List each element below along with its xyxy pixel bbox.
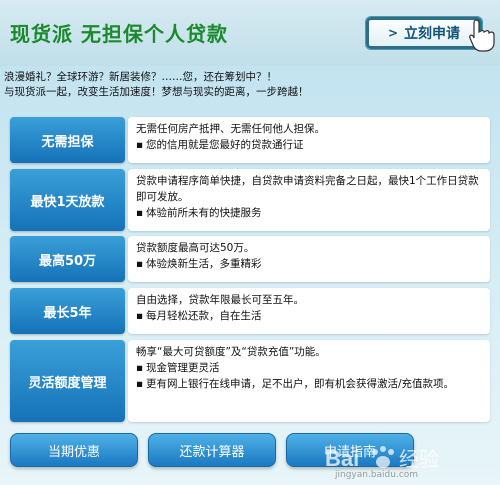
feature-bullet: ▪ 更有网上银行在线申请，足不出户，即有机会获得激活/充值款项。 (136, 376, 482, 392)
bullet-text: 您的信用就是您最好的贷款通行证 (146, 139, 304, 151)
bullet-icon: ▪ (136, 310, 144, 322)
feature-row: 最长5年 自由选择，贷款年限最长可至五年。 ▪ 每月轻松还款，自在生活 (10, 288, 490, 334)
feature-row: 灵活额度管理 畅享“最大可贷额度”及“贷款充值”功能。 ▪ 现金管理更灵活 ▪ 更有… (10, 340, 490, 422)
feature-bullet: ▪ 您的信用就是您最好的贷款通行证 (136, 137, 482, 153)
feature-label: 最长5年 (10, 288, 125, 334)
apply-now-button[interactable]: > 立刻申请 (365, 16, 483, 50)
feature-description: 无需任何房产抵押、无需任何他人担保。 ▪ 您的信用就是您最好的贷款通行证 (128, 117, 490, 163)
feature-description: 贷款申请程序简单快捷，自贷款申请资料完备之日起，最快1个工作日贷款即可发放。 ▪… (128, 169, 490, 231)
feature-bullet: ▪ 现金管理更灵活 (136, 360, 482, 376)
current-offers-button[interactable]: 当期优惠 (10, 433, 138, 467)
bullet-icon: ▪ (136, 362, 144, 374)
bullet-icon: ▪ (136, 378, 144, 390)
feature-description: 畅享“最大可贷额度”及“贷款充值”功能。 ▪ 现金管理更灵活 ▪ 更有网上银行在线申… (128, 340, 490, 422)
apply-now-label: 立刻申请 (404, 26, 461, 42)
svg-text:经验: 经验 (399, 447, 439, 471)
feature-row: 最快1天放款 贷款申请程序简单快捷，自贷款申请资料完备之日起，最快1个工作日贷款… (10, 169, 490, 231)
bullet-icon: ▪ (136, 207, 144, 219)
feature-label: 最高50万 (10, 236, 125, 282)
bullet-text: 体验前所未有的快捷服务 (146, 207, 262, 219)
feature-text: 贷款申请程序简单快捷，自贷款申请资料完备之日起，最快1个工作日贷款即可发放。 (136, 175, 479, 203)
bullet-text: 每月轻松还款，自在生活 (146, 310, 262, 322)
feature-bullet: ▪ 体验前所未有的快捷服务 (136, 205, 482, 221)
feature-row: 最高50万 贷款额度最高可达50万。 ▪ 体验焕新生活，多重精彩 (10, 236, 490, 282)
bullet-icon: ▪ (136, 258, 144, 270)
chevron-right-icon: > (387, 26, 399, 40)
feature-description: 贷款额度最高可达50万。 ▪ 体验焕新生活，多重精彩 (128, 236, 490, 282)
feature-row: 无需担保 无需任何房产抵押、无需任何他人担保。 ▪ 您的信用就是您最好的贷款通行证 (10, 117, 490, 163)
svg-text:Bai: Bai (325, 446, 359, 471)
feature-text: 无需任何房产抵押、无需任何他人担保。 (136, 123, 325, 135)
watermark-url: jingyan.baidu.com (335, 470, 419, 480)
feature-text: 贷款额度最高可达50万。 (136, 242, 255, 254)
feature-description: 自由选择，贷款年限最长可至五年。 ▪ 每月轻松还款，自在生活 (128, 288, 490, 334)
feature-label: 最快1天放款 (10, 169, 125, 231)
feature-bullet: ▪ 每月轻松还款，自在生活 (136, 308, 482, 324)
intro-line-1: 浪漫婚礼？全球环游？新居装修？……您，还在筹划中？！ (4, 71, 277, 83)
feature-text: 畅享“最大可贷额度”及“贷款充值”功能。 (136, 346, 326, 358)
intro-text: 浪漫婚礼？全球环游？新居装修？……您，还在筹划中？！ 与现货派一起，改变生活加速… (4, 70, 496, 100)
repayment-calculator-button[interactable]: 还款计算器 (148, 433, 276, 467)
pointer-hand-icon (469, 19, 495, 52)
feature-text: 自由选择，贷款年限最长可至五年。 (136, 294, 304, 306)
intro-line-2: 与现货派一起，改变生活加速度！梦想与现实的距离，一步跨越！ (4, 86, 309, 98)
page-title: 现货派 无担保个人贷款 (10, 22, 228, 46)
bullet-text: 现金管理更灵活 (146, 362, 220, 374)
bullet-text: 更有网上银行在线申请，足不出户，即有机会获得激活/充值款项。 (146, 378, 455, 390)
feature-bullet: ▪ 体验焕新生活，多重精彩 (136, 256, 482, 272)
bullet-icon: ▪ (136, 139, 144, 151)
header-bar: 现货派 无担保个人贷款 > 立刻申请 (0, 0, 500, 66)
feature-label: 灵活额度管理 (10, 340, 125, 422)
feature-label: 无需担保 (10, 117, 125, 163)
bullet-text: 体验焕新生活，多重精彩 (146, 258, 262, 270)
